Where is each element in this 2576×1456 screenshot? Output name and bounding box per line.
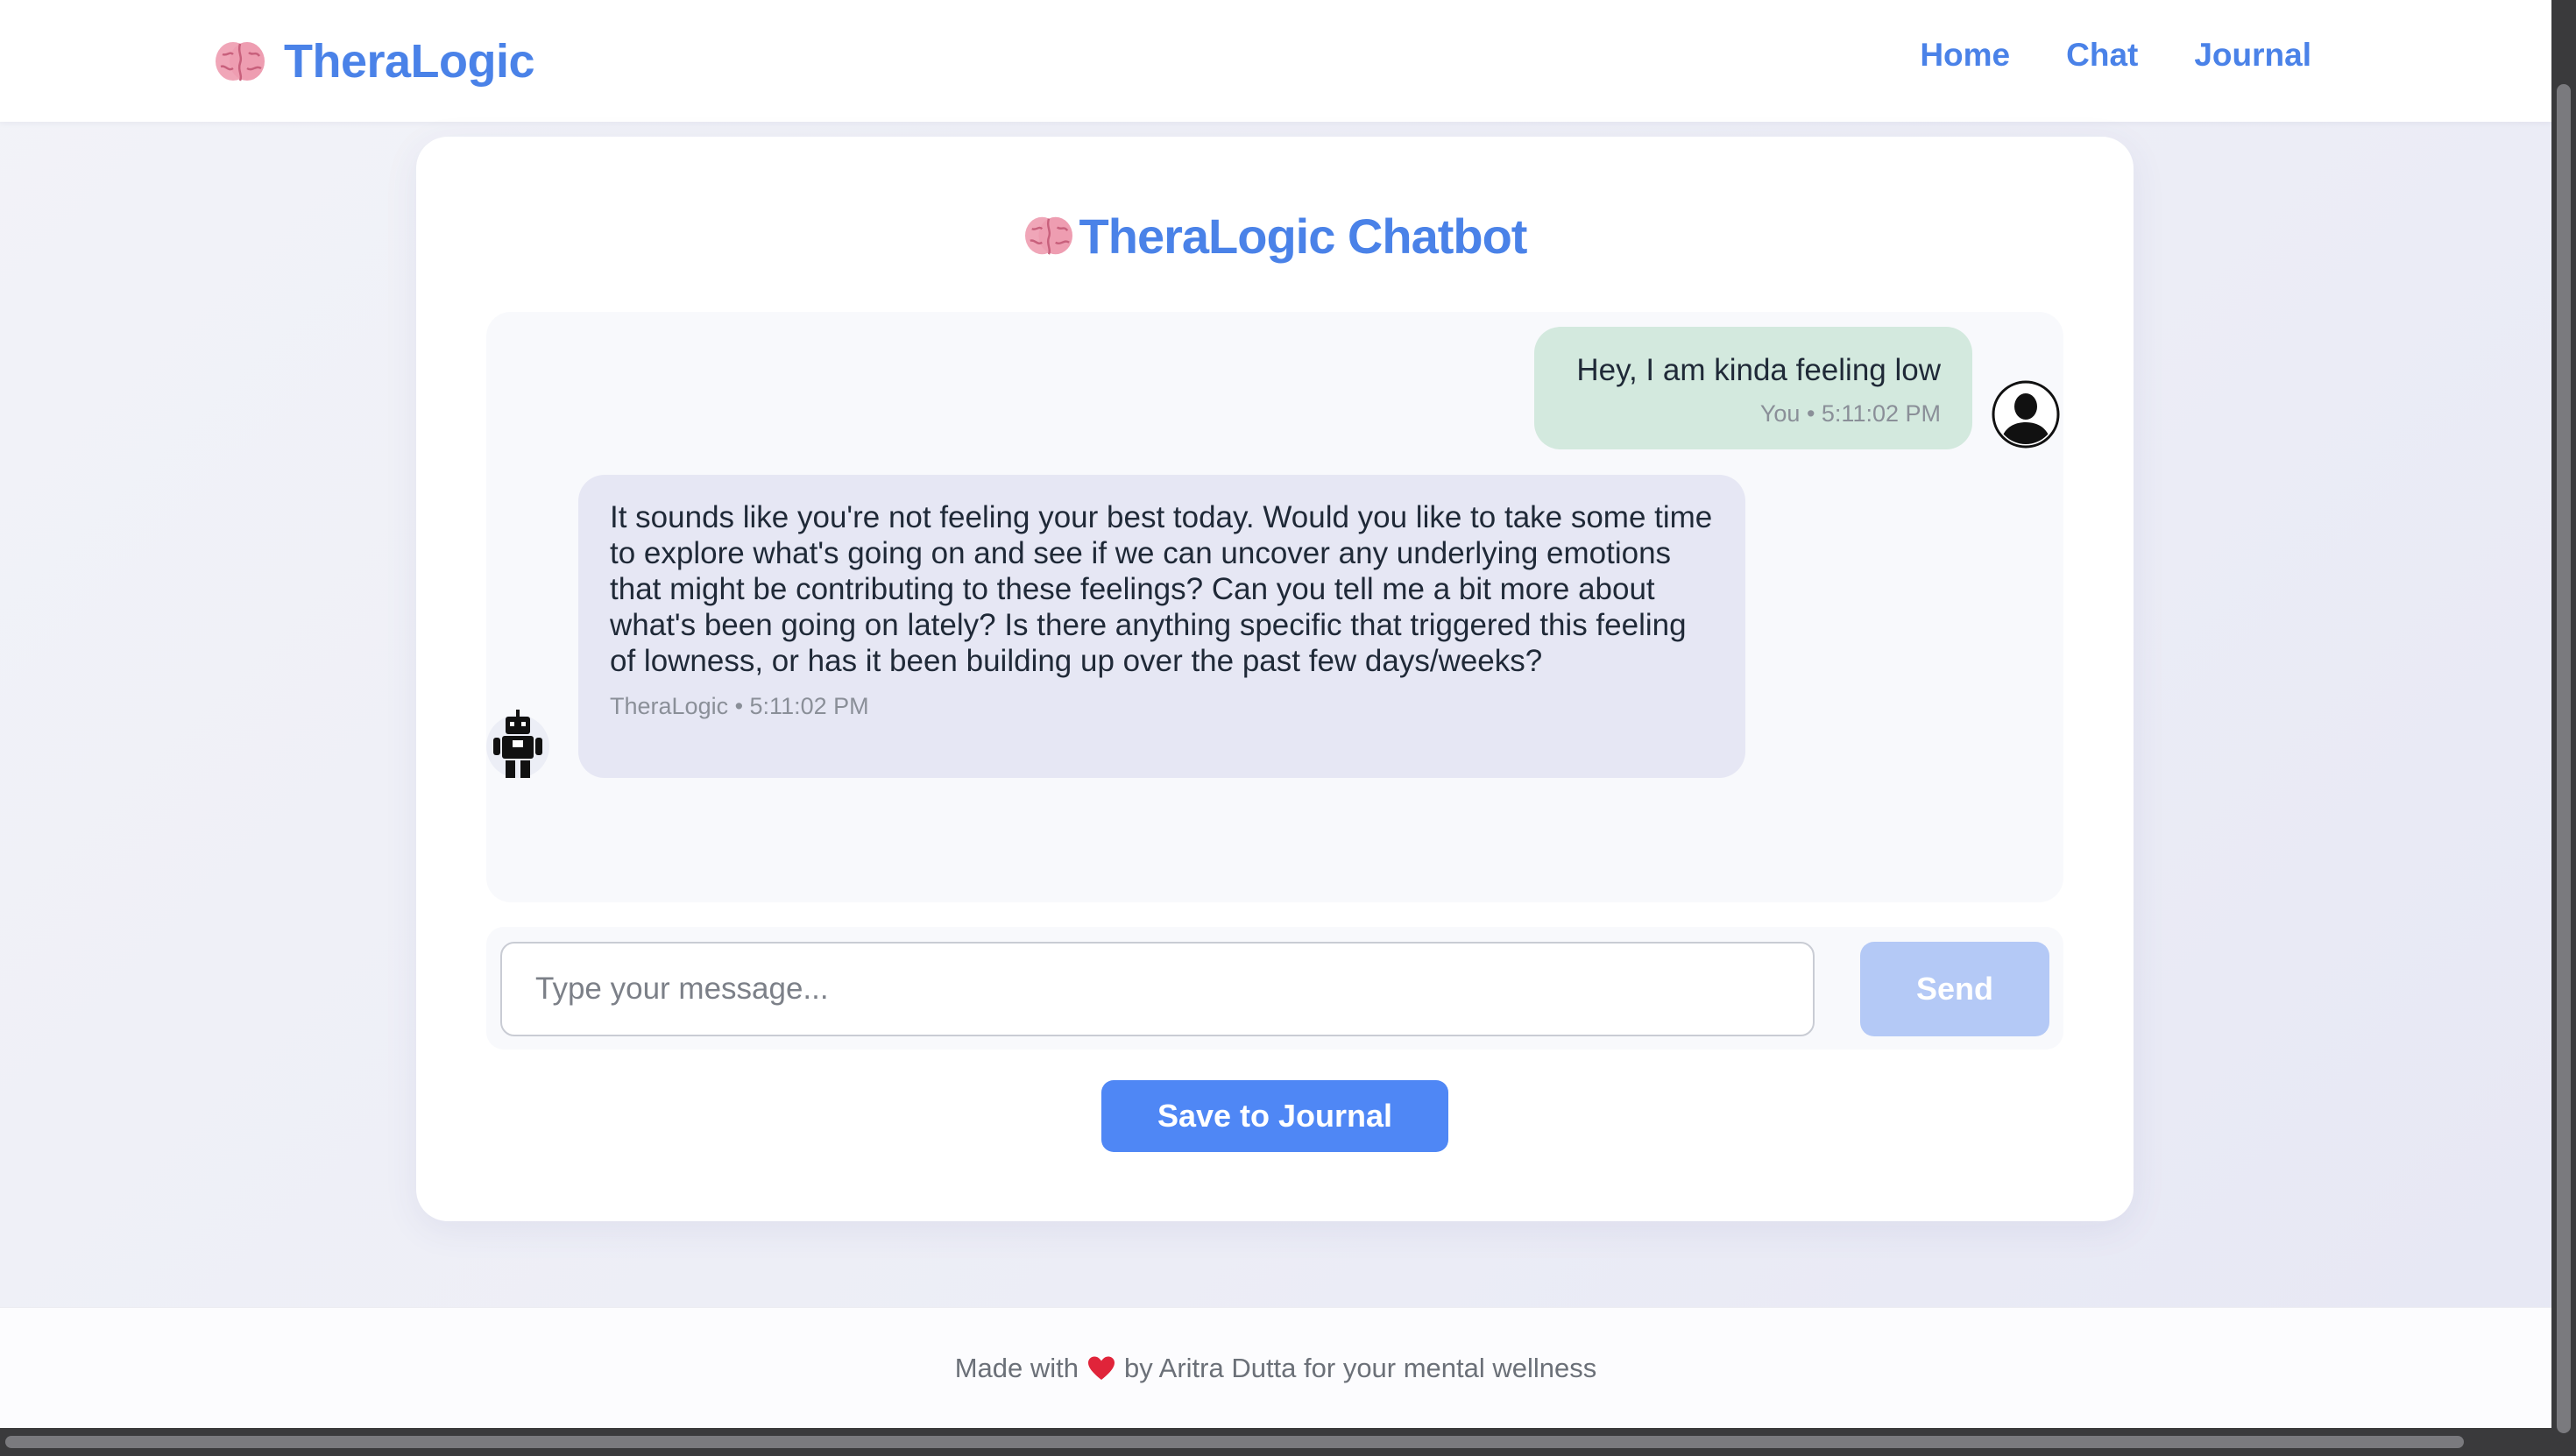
- heart-icon: [1088, 1356, 1115, 1380]
- chat-card: TheraLogic Chatbot Hey, I am kinda feeli…: [416, 137, 2134, 1221]
- navbar: TheraLogic Home Chat Journal: [0, 0, 2551, 122]
- brand-name: TheraLogic: [284, 35, 535, 88]
- horizontal-scrollbar[interactable]: [0, 1428, 2551, 1456]
- footer-text: Made with by Aritra Dutta for your menta…: [955, 1353, 1597, 1384]
- robot-icon: [486, 710, 549, 778]
- save-to-journal-button[interactable]: Save to Journal: [1101, 1080, 1448, 1152]
- vertical-scrollbar[interactable]: [2551, 0, 2576, 1456]
- horizontal-scrollbar-thumb[interactable]: [5, 1436, 2464, 1448]
- message-meta: You • 5:11:02 PM: [1759, 400, 1941, 427]
- brand[interactable]: TheraLogic: [214, 32, 535, 91]
- user-message: Hey, I am kinda feeling low You • 5:11:0…: [1534, 327, 1972, 449]
- brain-icon: [1024, 216, 1072, 255]
- brain-icon: [216, 42, 265, 81]
- footer: Made with by Aritra Dutta for your menta…: [0, 1307, 2551, 1428]
- footer-suffix: by Aritra Dutta for your mental wellness: [1124, 1352, 1597, 1383]
- chat-title: TheraLogic Chatbot: [416, 205, 2134, 266]
- send-button[interactable]: Send: [1860, 942, 2049, 1036]
- bot-message: It sounds like you're not feeling your b…: [578, 475, 1745, 778]
- message-text: Hey, I am kinda feeling low: [1576, 353, 1941, 387]
- message-input[interactable]: [500, 942, 1815, 1036]
- message-text: It sounds like you're not feeling your b…: [610, 500, 1713, 678]
- chat-title-text: TheraLogic Chatbot: [1079, 208, 1528, 264]
- nav-home-link[interactable]: Home: [1920, 37, 2010, 74]
- message-composer: Send: [486, 927, 2063, 1050]
- chat-messages[interactable]: Hey, I am kinda feeling low You • 5:11:0…: [486, 312, 2063, 902]
- footer-prefix: Made with: [954, 1352, 1079, 1383]
- vertical-scrollbar-thumb[interactable]: [2557, 84, 2571, 1433]
- nav-journal-link[interactable]: Journal: [2194, 37, 2311, 74]
- nav-links: Home Chat Journal: [1920, 37, 2311, 74]
- user-silhouette-icon: [1992, 380, 2060, 449]
- nav-chat-link[interactable]: Chat: [2066, 37, 2138, 74]
- message-meta: TheraLogic • 5:11:02 PM: [610, 693, 869, 719]
